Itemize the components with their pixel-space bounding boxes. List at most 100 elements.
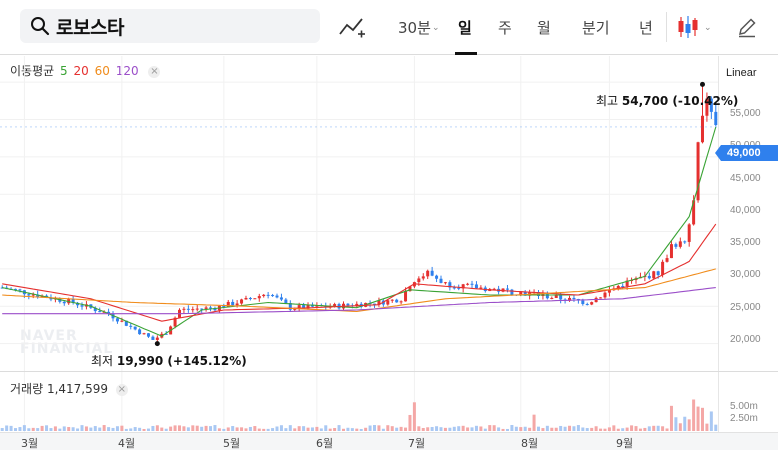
candlestick-type-icon[interactable] (677, 14, 699, 40)
volume-bar (572, 426, 576, 431)
low-label-value: 19,990 (+145.12%) (116, 354, 247, 368)
candle-body (479, 287, 483, 289)
y-tick-label: 55,000 (730, 108, 761, 119)
candle-body (275, 295, 279, 298)
volume-bar (647, 426, 651, 431)
stock-search-box[interactable]: 로보스타 (20, 9, 320, 43)
y-tick-label: 25,000 (730, 302, 761, 313)
volume-bar (293, 428, 297, 431)
volume-bar (133, 427, 137, 431)
candle-body (27, 294, 31, 296)
volume-bar (164, 428, 168, 431)
volume-bar (49, 428, 53, 431)
candle-body (443, 282, 447, 284)
candle-body (585, 304, 589, 306)
current-price-tag: 49,000 (715, 145, 778, 161)
volume-bar (634, 426, 638, 431)
volume-bar (45, 425, 49, 431)
candle-body (80, 305, 84, 307)
volume-bar (226, 427, 230, 431)
candle-body (700, 115, 704, 143)
candle-body (248, 297, 252, 299)
volume-bar (279, 425, 283, 431)
volume-bar (350, 428, 354, 431)
volume-bar (603, 428, 607, 431)
candle-body (186, 308, 190, 310)
candle-body (279, 297, 283, 300)
volume-bar (53, 426, 57, 431)
volume-bar (315, 426, 319, 431)
time-axis[interactable]: 3월 4월 5월 6월 7월 8월 9월 (0, 432, 778, 450)
candle-body (115, 318, 119, 322)
volume-bar (523, 426, 527, 431)
y-tick-label: 35,000 (730, 237, 761, 248)
x-tick-label: 5월 (223, 437, 241, 450)
volume-bar (532, 414, 536, 431)
add-indicator-icon[interactable] (338, 14, 366, 40)
volume-bar (537, 426, 540, 431)
volume-bar (120, 425, 124, 431)
volume-bar (545, 425, 549, 431)
tab-quarter[interactable]: 분기 (582, 17, 610, 38)
volume-legend[interactable]: 거래량 1,417,599 × (10, 380, 128, 397)
tab-month[interactable]: 월 (537, 17, 551, 38)
interval-caret-icon[interactable]: ⌄ (432, 22, 440, 33)
volume-bar (470, 427, 474, 431)
candle-body (209, 307, 213, 309)
volume-bar (146, 428, 150, 431)
price-chart[interactable] (0, 56, 778, 432)
y-tick-label: 30,000 (730, 269, 761, 280)
candle-body (182, 308, 186, 310)
volume-bar (240, 427, 244, 431)
volume-bar (204, 425, 208, 431)
volume-bar (448, 427, 452, 431)
volume-bar (488, 425, 492, 431)
volume-bar (36, 428, 40, 431)
volume-bar (14, 428, 18, 431)
y-tick-label: 40,000 (730, 205, 761, 216)
volume-bar (209, 426, 213, 431)
low-price-label: 최저 19,990 (+145.12%) (91, 352, 247, 369)
volume-tick-label: 2.50m (730, 413, 758, 424)
candle-body (421, 276, 425, 279)
volume-bar (630, 425, 634, 431)
volume-bar (373, 425, 377, 431)
volume-bar (466, 427, 470, 431)
candle-body (669, 244, 673, 259)
candle-body (191, 309, 195, 311)
chart-type-caret-icon[interactable]: ⌄ (704, 22, 712, 33)
volume-bar (328, 428, 332, 431)
candle-body (195, 308, 199, 310)
volume-bar (359, 428, 363, 431)
volume-bar (412, 402, 416, 431)
volume-bar (568, 425, 572, 431)
candle-body (18, 289, 22, 291)
volume-bar (355, 428, 359, 431)
search-icon (31, 17, 50, 36)
volume-bar (554, 427, 558, 431)
candle-body (395, 299, 399, 303)
candle-body (572, 297, 576, 300)
volume-bar (669, 405, 673, 431)
pencil-icon[interactable] (736, 16, 758, 38)
volume-bar (182, 426, 186, 431)
tab-week[interactable]: 주 (498, 17, 512, 38)
volume-bar (257, 428, 261, 431)
candle-body (439, 278, 443, 283)
volume-bar (302, 426, 306, 431)
remove-volume-icon[interactable]: × (115, 384, 128, 396)
tab-day[interactable]: 일 (458, 17, 472, 38)
volume-bar (683, 416, 687, 431)
tab-year[interactable]: 년 (639, 17, 653, 38)
volume-bar (284, 428, 288, 431)
volume-bar (266, 428, 270, 431)
volume-bar (514, 426, 518, 431)
low-label-title: 최저 (91, 354, 114, 368)
candle-body (253, 298, 257, 300)
active-tab-indicator (455, 52, 477, 55)
volume-bar (129, 428, 133, 431)
chart-toolbar: 로보스타 30분 ⌄ 일 주 월 분기 년 ⌄ (0, 0, 778, 55)
volume-bar (430, 427, 434, 431)
candle-body (430, 270, 434, 276)
interval-30m-button[interactable]: 30분 (398, 17, 431, 38)
